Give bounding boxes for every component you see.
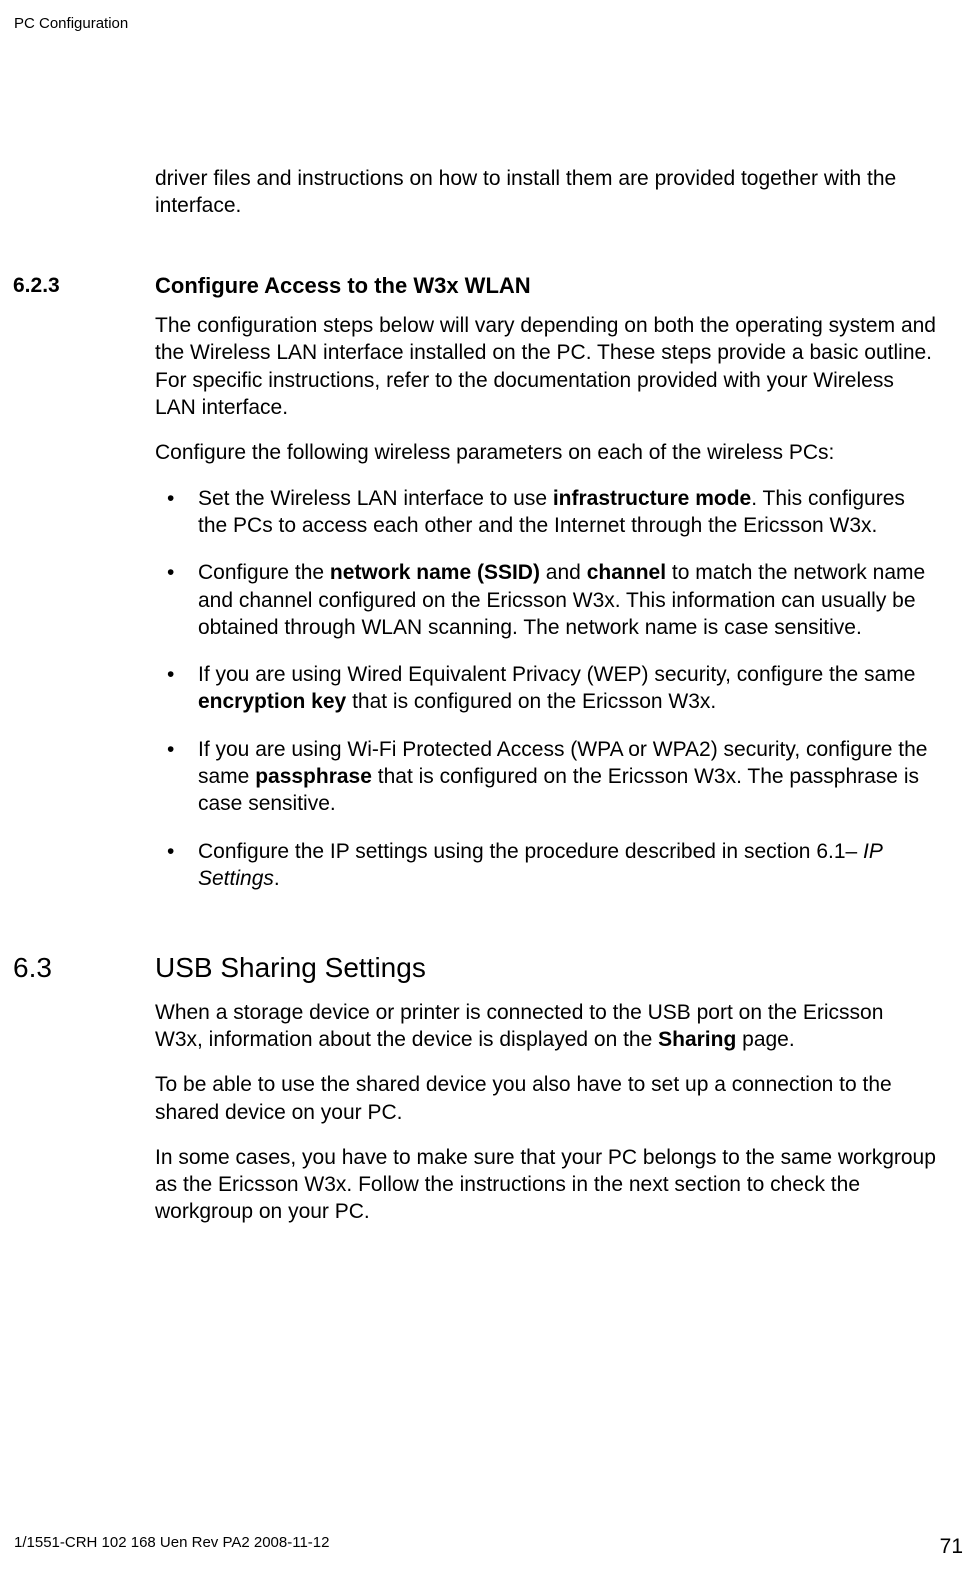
section-63-p2: To be able to use the shared device you … — [155, 1071, 937, 1126]
bullet-item-5: • Configure the IP settings using the pr… — [155, 838, 937, 893]
bullet-icon: • — [167, 838, 174, 865]
bullet-1-bold: infrastructure mode — [553, 487, 751, 510]
page-footer: 1/1551-CRH 102 168 Uen Rev PA2 2008-11-1… — [14, 1533, 963, 1560]
bullet-2-pre: Configure the — [198, 561, 330, 584]
bullet-3-bold: encryption key — [198, 690, 346, 713]
intro-paragraph: driver files and instructions on how to … — [155, 165, 937, 220]
bullet-item-2: • Configure the network name (SSID) and … — [155, 559, 937, 641]
bullet-4-bold: passphrase — [255, 765, 372, 788]
bullet-3-pre: If you are using Wired Equivalent Privac… — [198, 663, 915, 686]
page-content: driver files and instructions on how to … — [155, 165, 937, 1244]
section-623-bullets: • Set the Wireless LAN interface to use … — [155, 485, 937, 893]
bullet-icon: • — [167, 485, 174, 512]
bullet-2-mid1: and — [540, 561, 587, 584]
bullet-icon: • — [167, 661, 174, 688]
footer-pagenum: 71 — [940, 1533, 963, 1560]
bullet-2-bold2: channel — [587, 561, 666, 584]
section-63-number: 6.3 — [13, 950, 52, 986]
bullet-icon: • — [167, 559, 174, 586]
bullet-5-pre: Configure the IP settings using the proc… — [198, 840, 863, 863]
bullet-item-1: • Set the Wireless LAN interface to use … — [155, 485, 937, 540]
section-623-p1: The configuration steps below will vary … — [155, 312, 937, 421]
bullet-1-pre: Set the Wireless LAN interface to use — [198, 487, 553, 510]
section-63-p1-bold: Sharing — [658, 1028, 736, 1051]
header-title: PC Configuration — [14, 15, 128, 32]
section-623-number: 6.2.3 — [13, 272, 60, 299]
bullet-item-4: • If you are using Wi-Fi Protected Acces… — [155, 736, 937, 818]
section-623-p2: Configure the following wireless paramet… — [155, 439, 937, 466]
section-63-p1-post: page. — [736, 1028, 794, 1051]
section-623-heading-row: 6.2.3 Configure Access to the W3x WLAN — [155, 272, 937, 301]
section-63-p3: In some cases, you have to make sure tha… — [155, 1144, 937, 1226]
section-63-title: USB Sharing Settings — [155, 952, 426, 983]
page-header: PC Configuration — [14, 14, 128, 34]
footer-docref: 1/1551-CRH 102 168 Uen Rev PA2 2008-11-1… — [14, 1533, 329, 1560]
section-623-title: Configure Access to the W3x WLAN — [155, 273, 531, 298]
section-63-heading-row: 6.3 USB Sharing Settings — [155, 950, 937, 986]
bullet-3-post: that is configured on the Ericsson W3x. — [346, 690, 716, 713]
bullet-2-bold1: network name (SSID) — [330, 561, 540, 584]
bullet-item-3: • If you are using Wired Equivalent Priv… — [155, 661, 937, 716]
bullet-icon: • — [167, 736, 174, 763]
section-63-p1: When a storage device or printer is conn… — [155, 999, 937, 1054]
bullet-5-post: . — [274, 867, 280, 890]
